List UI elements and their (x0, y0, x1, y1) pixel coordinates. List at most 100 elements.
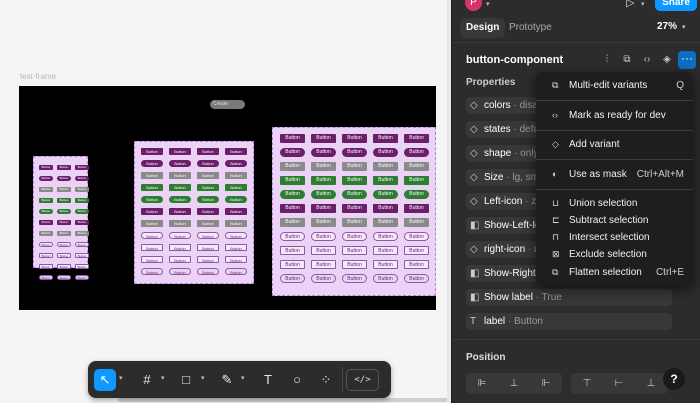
button-variant-swatch[interactable]: Button (404, 148, 429, 157)
button-variant-swatch[interactable]: Button (169, 148, 191, 155)
button-variant-swatch[interactable]: Button (342, 176, 367, 185)
test-frame[interactable]: Button Button Button Button Button Button Butt… (19, 86, 436, 310)
button-variant-swatch[interactable]: Button (373, 134, 398, 143)
avatar[interactable]: P (465, 0, 482, 11)
button-variant-swatch[interactable]: Button (311, 204, 336, 213)
button-variant-swatch[interactable]: Button (141, 172, 163, 179)
button-variant-swatch[interactable]: Button (75, 231, 89, 236)
button-variant-swatch[interactable]: Button (404, 176, 429, 185)
button-variant-swatch[interactable]: Button (169, 232, 191, 239)
button-variant-swatch[interactable]: Button (39, 264, 53, 269)
button-variant-swatch[interactable]: Button (169, 172, 191, 179)
button-variant-swatch[interactable]: Button (311, 274, 336, 283)
button-variant-swatch[interactable]: Button (141, 208, 163, 215)
rectangle-tool-icon[interactable]: □ (175, 369, 197, 391)
button-variant-swatch[interactable]: Button (342, 232, 367, 241)
button-variant-swatch[interactable]: Button (280, 176, 305, 185)
button-variant-swatch[interactable]: Button (373, 190, 398, 199)
button-variant-swatch[interactable]: Button (39, 253, 53, 258)
button-variant-swatch[interactable]: Button (169, 160, 191, 167)
button-variant-swatch[interactable]: Button (57, 264, 71, 269)
button-variant-swatch[interactable]: Button (141, 220, 163, 227)
button-variant-swatch[interactable]: Button (225, 256, 247, 263)
menu-item-exclude-selection[interactable]: ⊠ Exclude selection (536, 246, 693, 263)
button-variant-swatch[interactable]: Button (311, 134, 336, 143)
code-icon[interactable]: ‹› (638, 52, 656, 68)
button-variant-swatch[interactable]: Button (141, 232, 163, 239)
button-variant-swatch[interactable]: Button (39, 220, 53, 225)
menu-item-add-variant[interactable]: ◇ Add variant (536, 136, 693, 153)
button-variant-swatch[interactable]: Button (225, 220, 247, 227)
button-variant-swatch[interactable]: Button (141, 256, 163, 263)
button-variant-swatch[interactable]: Button (169, 196, 191, 203)
button-variant-swatch[interactable]: Button (342, 134, 367, 143)
button-variant-swatch[interactable]: Button (404, 134, 429, 143)
actions-tool-icon[interactable]: ⁘ (315, 369, 337, 391)
button-variant-swatch[interactable]: Button (225, 208, 247, 215)
button-variant-swatch[interactable]: Button (373, 176, 398, 185)
button-variant-swatch[interactable]: Button (39, 165, 53, 170)
variant-set-medium[interactable]: Button Button Button Button Button Button Butt… (134, 141, 254, 284)
button-variant-swatch[interactable]: Button (280, 204, 305, 213)
avatar-caret-icon[interactable]: ▾ (486, 0, 490, 8)
present-caret-icon[interactable]: ▾ (641, 0, 645, 8)
dev-mode-toggle[interactable]: </> (346, 369, 379, 391)
button-variant-swatch[interactable]: Button (197, 148, 219, 155)
button-variant-swatch[interactable]: Button (57, 165, 71, 170)
button-variant-swatch[interactable]: Button (225, 244, 247, 251)
button-variant-swatch[interactable]: Button (141, 196, 163, 203)
align-left-icon[interactable]: ⊫ (466, 373, 498, 394)
button-variant-swatch[interactable]: Button (373, 204, 398, 213)
button-variant-swatch[interactable]: Button (342, 204, 367, 213)
properties-settings-icon[interactable]: ⫶ (598, 52, 616, 68)
button-variant-swatch[interactable]: Button (280, 190, 305, 199)
button-variant-swatch[interactable]: Button (311, 176, 336, 185)
button-variant-swatch[interactable]: Button (404, 204, 429, 213)
button-variant-swatch[interactable]: Button (225, 184, 247, 191)
move-tool-caret-icon[interactable]: ▾ (119, 374, 123, 382)
button-variant-swatch[interactable]: Button (75, 220, 89, 225)
button-variant-swatch[interactable]: Button (404, 246, 429, 255)
button-variant-swatch[interactable]: Button (373, 260, 398, 269)
button-variant-swatch[interactable]: Button (169, 244, 191, 251)
menu-item-union-selection[interactable]: ⊔ Union selection (536, 195, 693, 212)
align-middle-icon[interactable]: ⊢ (603, 373, 635, 394)
button-variant-swatch[interactable]: Button (169, 268, 191, 275)
button-variant-swatch[interactable]: Button (197, 184, 219, 191)
button-variant-swatch[interactable]: Button (225, 172, 247, 179)
button-variant-swatch[interactable]: Button (342, 218, 367, 227)
button-variant-swatch[interactable]: Button (197, 160, 219, 167)
zoom-level[interactable]: 27% (657, 21, 677, 32)
button-variant-swatch[interactable]: Button (197, 244, 219, 251)
button-variant-swatch[interactable]: Button (75, 209, 89, 214)
button-variant-swatch[interactable]: Button (280, 162, 305, 171)
button-variant-swatch[interactable]: Button (197, 220, 219, 227)
button-variant-swatch[interactable]: Button (280, 232, 305, 241)
variant-set-large[interactable]: Button Button Button Button Button Button Butt… (272, 127, 436, 296)
property-row-show-label[interactable]: ◧ Show label · True (466, 289, 672, 306)
align-top-icon[interactable]: ⊤ (571, 373, 603, 394)
button-variant-swatch[interactable]: Button (280, 274, 305, 283)
text-tool-icon[interactable]: T (257, 369, 279, 391)
button-variant-swatch[interactable]: Button (311, 162, 336, 171)
button-variant-swatch[interactable]: Button (141, 244, 163, 251)
component-diamond-icon[interactable]: ◈ (658, 52, 676, 68)
frame-tool-icon[interactable]: # (136, 369, 158, 391)
button-variant-swatch[interactable]: Button (311, 246, 336, 255)
button-variant-swatch[interactable]: Button (311, 190, 336, 199)
button-variant-swatch[interactable]: Button (225, 148, 247, 155)
button-variant-swatch[interactable]: Button (39, 275, 53, 280)
comment-tool-icon[interactable]: ○ (286, 369, 308, 391)
button-variant-swatch[interactable]: Button (373, 162, 398, 171)
button-variant-swatch[interactable]: Button (75, 264, 89, 269)
button-variant-swatch[interactable]: Button (373, 218, 398, 227)
button-variant-swatch[interactable]: Button (280, 148, 305, 157)
button-variant-swatch[interactable]: Button (225, 160, 247, 167)
property-row-label[interactable]: T label · Button (466, 313, 672, 330)
move-tool-icon[interactable]: ↖ (94, 369, 116, 391)
button-variant-swatch[interactable]: Button (280, 246, 305, 255)
help-button[interactable]: ? (663, 368, 685, 390)
frame-tool-caret-icon[interactable]: ▾ (161, 374, 165, 382)
button-variant-swatch[interactable]: Button (141, 184, 163, 191)
button-variant-swatch[interactable]: Button (75, 187, 89, 192)
